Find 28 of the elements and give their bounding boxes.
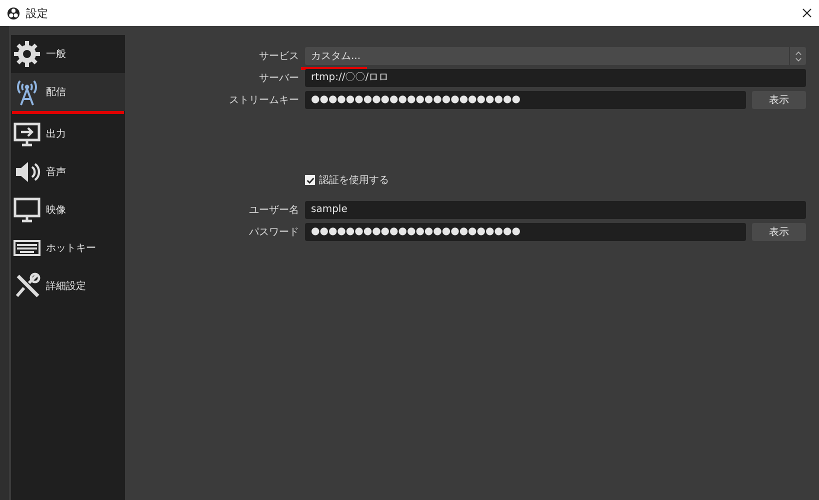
field-label: パスワード [249, 227, 299, 238]
spinner-icon [794, 50, 802, 62]
sidebar-item[interactable]: 映像 [11, 191, 125, 229]
close-icon[interactable] [802, 8, 812, 18]
sidebar-item[interactable]: 配信 [11, 73, 125, 111]
input-field[interactable]: sample [305, 201, 806, 219]
sidebar-item[interactable]: 詳細設定 [11, 267, 125, 305]
field-label: サービス [259, 51, 299, 62]
input-field[interactable]: rtmp://〇〇/ロロ [305, 69, 806, 87]
app-logo-icon [7, 6, 20, 20]
sidebar-item[interactable]: 音声 [11, 153, 125, 191]
service-dropdown[interactable]: カスタム... [305, 47, 806, 65]
sidebar-item[interactable]: ホットキー [11, 229, 125, 267]
field-label: サーバー [259, 73, 299, 84]
checkbox-label: 認証を使用する [319, 174, 389, 187]
show-button[interactable]: 表示 [752, 91, 806, 109]
sidebar-item[interactable]: 出力 [11, 115, 125, 153]
show-button[interactable]: 表示 [752, 223, 806, 241]
monitor-arrow-icon [13, 120, 41, 148]
sidebar-item[interactable]: 一般 [11, 35, 125, 73]
window-title: 設定 [26, 6, 48, 20]
password-field[interactable]: ●●●●●●●●●●●●●●●●●●●●●●●● [305, 91, 746, 109]
monitor-icon [13, 196, 41, 224]
field-label: ユーザー名 [249, 205, 299, 216]
tools-icon [13, 272, 41, 300]
field-label: ストリームキー [229, 95, 299, 106]
password-field[interactable]: ●●●●●●●●●●●●●●●●●●●●●●●● [305, 223, 746, 241]
checkbox[interactable] [305, 175, 315, 185]
